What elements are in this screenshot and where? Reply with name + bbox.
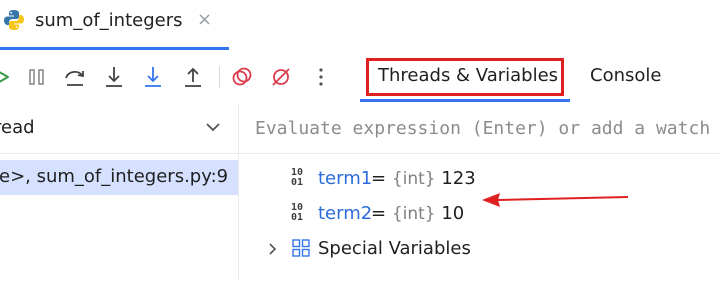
toolbar-divider <box>219 66 220 88</box>
mute-breakpoints-icon[interactable] <box>268 64 294 90</box>
annotation-arrow <box>482 193 629 207</box>
variable-value-text: 10 <box>435 203 465 224</box>
equals-sign: = <box>371 168 392 189</box>
active-tab-underline <box>360 99 570 102</box>
variable-type: {int} <box>391 169 436 189</box>
chevron-right-icon[interactable] <box>265 241 279 255</box>
resume-icon[interactable] <box>0 64 14 90</box>
thread-selector-value: read <box>0 117 35 138</box>
pause-icon[interactable] <box>24 64 50 90</box>
int-variable-icon: 10 01 <box>291 202 304 223</box>
threads-panel: read le>, sum_of_integers.py:9 <box>0 103 239 281</box>
stack-frame-row[interactable]: le>, sum_of_integers.py:9 <box>0 160 238 195</box>
stack-frame-label: le>, sum_of_integers.py:9 <box>0 166 229 187</box>
evaluate-expression-bar <box>239 103 719 154</box>
variable-name: term1 <box>318 168 373 189</box>
python-file-icon <box>2 8 26 32</box>
editor-tab[interactable]: sum_of_integers × <box>0 0 232 48</box>
step-out-icon[interactable] <box>180 64 206 90</box>
chevron-down-icon[interactable] <box>203 117 223 137</box>
highlight-box <box>366 58 564 96</box>
thread-selector[interactable]: read <box>0 103 238 154</box>
variable-value-text: 123 <box>435 168 476 189</box>
step-into-my-code-icon[interactable] <box>140 64 166 90</box>
variable-name: term2 <box>318 203 373 224</box>
variable-value: = {int} 123 <box>371 168 476 189</box>
special-variables-label: Special Variables <box>318 238 471 259</box>
special-variables-row[interactable]: Special Variables <box>239 235 719 265</box>
editor-tab-title: sum_of_integers <box>35 10 183 31</box>
evaluate-expression-input[interactable] <box>255 115 719 141</box>
variable-type: {int} <box>391 204 436 224</box>
more-icon[interactable] <box>308 64 334 90</box>
tab-console[interactable]: Console <box>590 65 661 86</box>
int-variable-icon: 10 01 <box>291 167 304 188</box>
variable-value: = {int} 10 <box>371 203 464 224</box>
special-variables-icon <box>291 238 311 258</box>
equals-sign: = <box>371 203 392 224</box>
step-into-icon[interactable] <box>101 64 127 90</box>
step-over-icon[interactable] <box>62 64 88 90</box>
tab-threads-variables[interactable]: Threads & Variables <box>360 58 570 102</box>
close-icon[interactable]: × <box>197 9 212 31</box>
breakpoints-icon[interactable] <box>229 64 255 90</box>
